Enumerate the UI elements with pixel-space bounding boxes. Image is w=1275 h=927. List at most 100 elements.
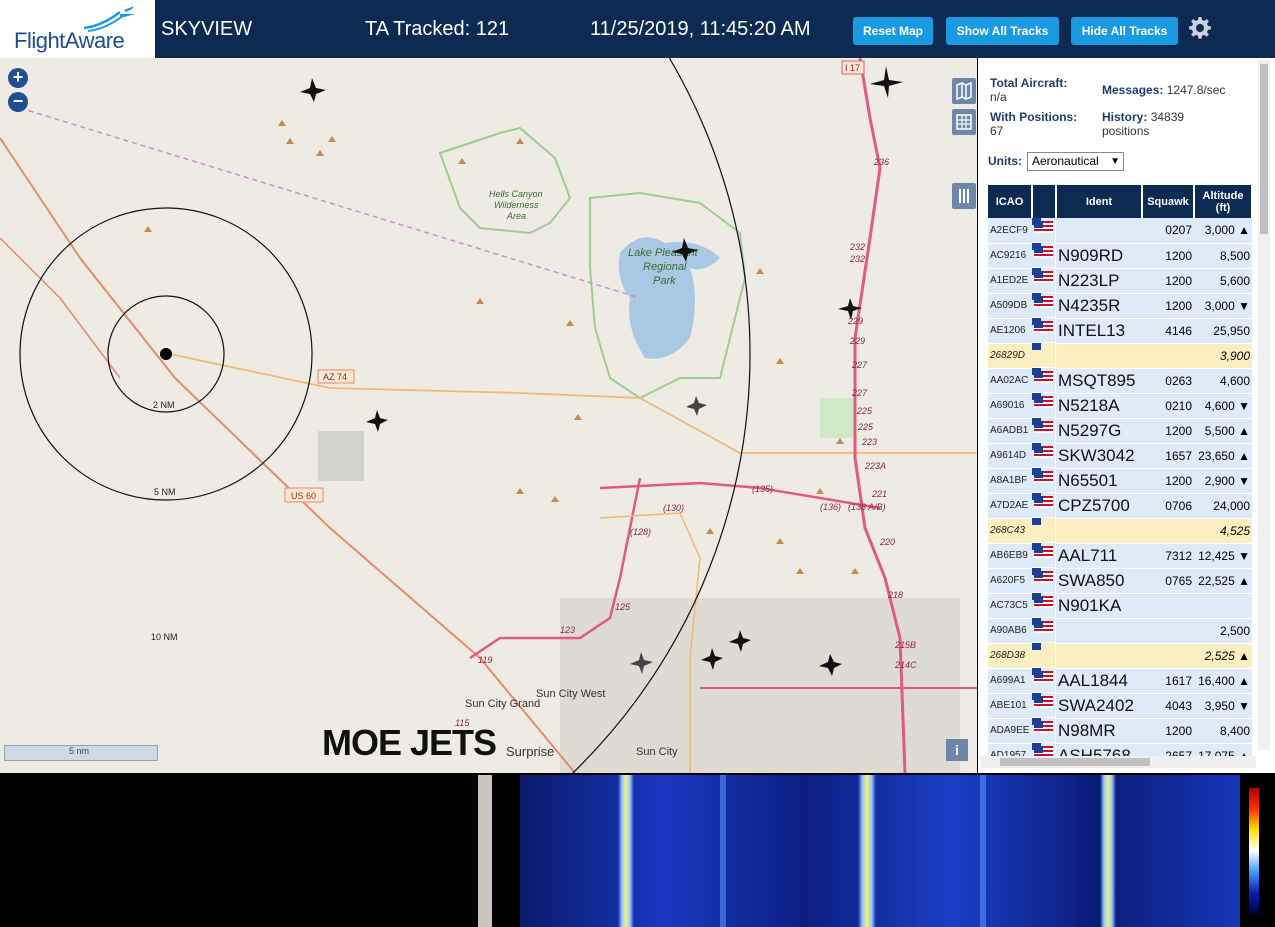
aircraft-icons[interactable] [300,66,903,676]
column-toggle-button[interactable] [952,183,976,209]
flag-cell [1032,468,1055,493]
icao-cell: AB6EB9 [988,543,1032,569]
panel-horizontal-scrollbar[interactable] [980,756,1256,768]
svg-text:220: 220 [879,537,895,547]
map-layers-button[interactable] [952,78,976,104]
map-canvas[interactable]: 2 NM 5 NM 10 NM AZ 74 US 60 I 17 (135) (… [0,58,977,773]
table-row[interactable]: A90AB6 2,500 [988,618,1252,644]
tracked-count: TA Tracked: 121 [365,18,510,40]
altitude-header-unit: (ft) [1215,201,1231,214]
road-us60 [0,137,576,773]
info-button[interactable]: i [946,739,968,761]
table-row[interactable]: A1ED2E N223LP 1200 5,600 [988,268,1252,294]
route-128-label: (128) [630,527,651,537]
table-row[interactable]: AB6EB9 AAL711 7312 12,425 ▼ [988,543,1252,569]
panel-vertical-scrollbar[interactable] [1258,60,1270,750]
altitude-cell: 2,500 [1194,618,1252,644]
messages-stat: Messages: 1247.8/sec [1102,83,1225,97]
table-row[interactable]: A7D2AE CPZ5700 0706 24,000 [988,493,1252,519]
us-flag-icon [1034,370,1053,383]
column-header-icao[interactable]: ICAO [988,185,1033,218]
altitude-cell: 8,500 [1194,243,1252,269]
squawk-cell: 1657 [1142,443,1194,469]
total-aircraft-label: Total Aircraft: [990,76,1068,90]
us60-label: US 60 [291,491,316,501]
total-aircraft: Total Aircraft: n/a [990,76,1067,104]
flag-cell [1032,418,1055,443]
table-row[interactable]: ABE101 SWA2402 4043 3,950 ▼ [988,693,1252,719]
reset-map-button[interactable]: Reset Map [853,17,933,45]
table-row[interactable]: A620F5 SWA850 0765 22,525 ▲ [988,568,1252,594]
icao-cell: AC73C5 [988,593,1032,619]
scrollbar-thumb[interactable] [1000,758,1150,766]
table-row[interactable]: 26829D 3,900 [988,343,1252,369]
table-row[interactable]: A2ECF9 0207 3,000 ▲ [988,218,1252,244]
az74-label: AZ 74 [323,372,347,382]
table-row[interactable]: AA02AC MSQT895 0263 4,600 [988,368,1252,394]
table-row[interactable]: A699A1 AAL1844 1617 16,400 ▲ [988,668,1252,694]
svg-text:214C: 214C [894,660,917,670]
table-row[interactable]: 268D38 2,525 ▲ [988,643,1252,669]
wilderness-outline [438,126,572,235]
ident-cell: N223LP [1056,268,1142,294]
table-row[interactable]: A6ADB1 N5297G 1200 5,500 ▲ [988,418,1252,444]
zoom-in-button[interactable]: + [8,68,28,88]
altitude-cell: 2,525 ▲ [1194,643,1252,669]
icao-cell: 26829D [988,343,1032,369]
show-all-tracks-button[interactable]: Show All Tracks [946,17,1059,45]
column-header-altitude[interactable]: Altitude (ft) [1194,185,1253,218]
table-row[interactable]: AC73C5 N901KA [988,593,1252,619]
ident-cell: N4235R [1056,293,1142,319]
table-row[interactable]: ADA9EE N98MR 1200 8,400 [988,718,1252,744]
map-view[interactable]: 2 NM 5 NM 10 NM AZ 74 US 60 I 17 (135) (… [0,58,977,773]
units-selected-value: Aeronautical [1032,154,1099,168]
icao-cell: AC9216 [988,243,1032,269]
icao-cell: 268C43 [988,518,1032,544]
table-row[interactable]: A509DB N4235R 1200 3,000 ▼ [988,293,1252,319]
grid-icon [956,114,972,130]
column-header-ident[interactable]: Ident [1056,185,1143,218]
squawk-cell [1142,518,1194,544]
units-select[interactable]: Aeronautical ▼ [1027,152,1124,171]
altitude-cell: 3,000 ▼ [1194,293,1252,319]
flag-cell [1032,318,1055,343]
altitude-cell: 22,525 ▲ [1194,568,1252,594]
table-row[interactable]: AE1206 INTEL13 4146 25,950 [988,318,1252,344]
gear-icon[interactable] [1188,16,1212,40]
table-row[interactable]: AC9216 N909RD 1200 8,500 [988,243,1252,269]
ident-cell: N65501 [1056,468,1142,494]
zoom-out-button[interactable]: − [8,92,28,112]
icao-cell: A620F5 [988,568,1032,594]
altitude-cell: 16,400 ▲ [1194,668,1252,694]
ring-label-10nm: 10 NM [151,632,178,642]
table-row[interactable]: A69016 N5218A 0210 4,600 ▼ [988,393,1252,419]
svg-text:232: 232 [849,242,865,252]
column-header-squawk[interactable]: Squawk [1142,185,1195,218]
flag-cell [1032,668,1055,693]
us-flag-icon [1034,420,1053,433]
aircraft-table-body: A2ECF9 0207 3,000 ▲ AC9216 N909RD 1200 8,500 A1… [988,218,1252,769]
hells-canyon-label-1: Hells Canyon [489,189,543,199]
icao-cell: A8A1BF [988,468,1032,494]
table-row[interactable]: 268C43 4,525 [988,518,1252,544]
altitude-cell: 4,600 ▼ [1194,393,1252,419]
scrollbar-thumb[interactable] [1260,64,1268,234]
table-row[interactable]: A9614D SKW3042 1657 23,650 ▲ [988,443,1252,469]
flag-cell [1032,343,1055,368]
pane-divider[interactable] [478,775,492,927]
hide-all-tracks-button[interactable]: Hide All Tracks [1071,17,1178,45]
table-row[interactable]: A8A1BF N65501 1200 2,900 ▼ [988,468,1252,494]
squawk-cell [1142,343,1194,369]
signal-band [720,775,726,927]
flag-cell [1032,243,1055,268]
ident-cell: SKW3042 [1056,443,1142,469]
svg-text:229: 229 [847,316,863,326]
columns-icon [959,189,969,203]
altitude-cell: 2,900 ▼ [1194,468,1252,494]
flag-cell [1032,443,1055,468]
flightaware-logo[interactable]: FlightAware [0,0,155,58]
aircraft-panel: Total Aircraft: n/a With Positions: 67 M… [978,58,1275,773]
svg-text:225: 225 [856,406,873,416]
column-header-flag[interactable] [1032,185,1057,218]
grid-toggle-button[interactable] [952,109,976,135]
